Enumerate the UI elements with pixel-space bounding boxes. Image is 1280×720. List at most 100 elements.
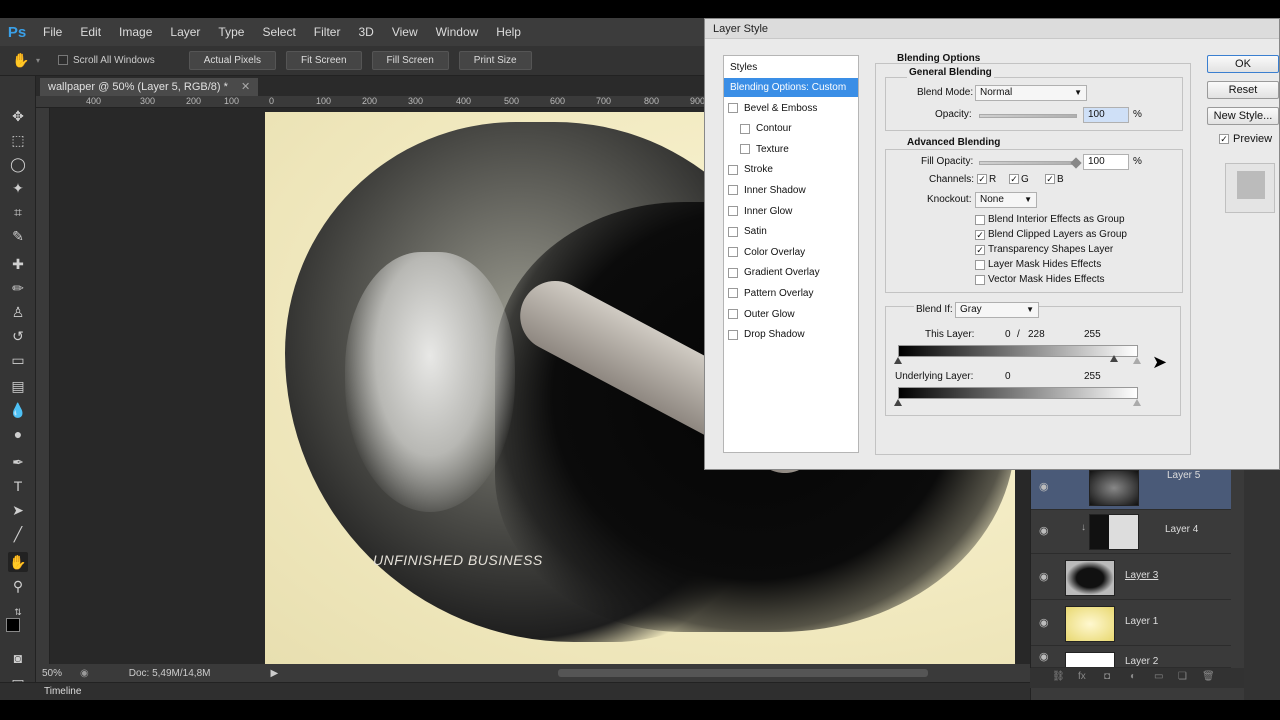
brush-tool-icon[interactable]: ✏ xyxy=(8,278,28,298)
eraser-tool-icon[interactable]: ▭ xyxy=(8,350,28,370)
hand-tool-selected-icon[interactable]: ✋ xyxy=(8,552,28,572)
styles-header[interactable]: Styles xyxy=(724,58,858,77)
eyedropper-tool-icon[interactable]: ✎ xyxy=(8,226,28,246)
style-item[interactable]: Blending Options: Custom xyxy=(724,78,858,97)
clone-stamp-tool-icon[interactable]: ♙ xyxy=(8,302,28,322)
menu-image[interactable]: Image xyxy=(110,25,161,39)
underlying-white-slider[interactable] xyxy=(1133,399,1141,406)
layer-row-layer-5[interactable]: ◉ Layer 5 xyxy=(1031,464,1231,510)
move-tool-icon[interactable]: ✥ xyxy=(8,106,28,126)
style-checkbox[interactable] xyxy=(728,288,738,299)
gradient-tool-icon[interactable]: ▤ xyxy=(8,376,28,396)
scroll-all-checkbox[interactable] xyxy=(58,55,69,66)
fill-screen-button[interactable]: Fill Screen xyxy=(371,51,449,70)
dialog-title-bar[interactable]: Layer Style xyxy=(705,19,1279,39)
menu-filter[interactable]: Filter xyxy=(305,25,350,39)
style-checkbox[interactable] xyxy=(728,267,738,278)
blur-tool-icon[interactable]: 💧 xyxy=(8,400,28,420)
channel-b-checkbox[interactable]: ✓ xyxy=(1045,174,1055,184)
layer-name[interactable]: Layer 5 xyxy=(1167,470,1200,481)
style-checkbox[interactable] xyxy=(740,144,750,155)
layer-name[interactable]: Layer 4 xyxy=(1165,524,1198,535)
layer-name[interactable]: Layer 1 xyxy=(1125,616,1158,627)
layer-name[interactable]: Layer 2 xyxy=(1125,656,1158,667)
hand-tool-icon[interactable]: ✋ xyxy=(6,52,36,69)
menu-layer[interactable]: Layer xyxy=(161,25,209,39)
style-item[interactable]: Texture xyxy=(724,140,858,159)
layer-row-layer-4[interactable]: ◉ ↓ Layer 4 xyxy=(1031,508,1231,554)
layer-row-layer-2[interactable]: ◉ Layer 2 xyxy=(1031,646,1231,668)
crop-tool-icon[interactable]: ⌗ xyxy=(8,202,28,222)
menu-window[interactable]: Window xyxy=(427,25,488,39)
status-menu-arrow-icon[interactable]: ▶ xyxy=(270,668,278,679)
style-checkbox[interactable] xyxy=(740,123,750,134)
style-item[interactable]: Gradient Overlay xyxy=(724,263,858,282)
menu-view[interactable]: View xyxy=(383,25,427,39)
layer-name[interactable]: Layer 3 xyxy=(1125,570,1158,581)
style-checkbox[interactable] xyxy=(728,329,738,340)
new-layer-icon[interactable]: ❏ xyxy=(1178,671,1187,682)
visibility-eye-icon[interactable]: ◉ xyxy=(1039,524,1053,537)
visibility-eye-icon[interactable]: ◉ xyxy=(1039,650,1053,663)
style-checkbox[interactable] xyxy=(728,226,738,237)
dodge-tool-icon[interactable]: ● xyxy=(8,424,28,444)
menu-help[interactable]: Help xyxy=(487,25,530,39)
shape-tool-icon[interactable]: ╱ xyxy=(8,524,28,544)
advanced-option-checkbox[interactable] xyxy=(975,275,985,285)
style-item[interactable]: Color Overlay xyxy=(724,243,858,262)
status-info-icon[interactable]: ◉ xyxy=(80,668,89,679)
style-item[interactable]: Contour xyxy=(724,119,858,138)
visibility-eye-icon[interactable]: ◉ xyxy=(1039,570,1053,583)
horizontal-scrollbar[interactable] xyxy=(558,669,929,677)
style-item[interactable]: Drop Shadow xyxy=(724,325,858,344)
quick-mask-icon[interactable]: ◙ xyxy=(8,648,28,668)
opacity-input[interactable]: 100 xyxy=(1083,107,1129,123)
channel-r-checkbox[interactable]: ✓ xyxy=(977,174,987,184)
layer-fx-icon[interactable]: fx xyxy=(1078,671,1086,682)
tool-preset-chevron-icon[interactable]: ▾ xyxy=(36,56,40,65)
timeline-tab[interactable]: Timeline xyxy=(44,686,81,697)
advanced-option-checkbox[interactable] xyxy=(975,260,985,270)
menu-file[interactable]: File xyxy=(34,25,71,39)
menu-3d[interactable]: 3D xyxy=(349,25,382,39)
advanced-option-checkbox[interactable]: ✓ xyxy=(975,230,985,240)
foreground-color-swatch[interactable] xyxy=(6,618,20,632)
preview-checkbox[interactable]: ✓ xyxy=(1219,134,1229,144)
ok-button[interactable]: OK xyxy=(1207,55,1279,73)
fit-screen-button[interactable]: Fit Screen xyxy=(285,51,362,70)
style-checkbox[interactable] xyxy=(728,308,738,319)
adjustment-layer-icon[interactable]: ◐ xyxy=(1130,671,1136,682)
opacity-slider[interactable] xyxy=(979,114,1077,118)
layers-scrollbar[interactable] xyxy=(1244,468,1280,700)
reset-button[interactable]: Reset xyxy=(1207,81,1279,99)
this-layer-black-slider[interactable] xyxy=(894,357,902,364)
style-checkbox[interactable] xyxy=(728,185,738,196)
blend-if-select[interactable]: Gray ▼ xyxy=(955,302,1039,318)
advanced-option-checkbox[interactable]: ✓ xyxy=(975,245,985,255)
fill-opacity-input[interactable]: 100 xyxy=(1083,154,1129,170)
this-layer-split-slider[interactable] xyxy=(1110,355,1118,362)
path-selection-tool-icon[interactable]: ➤ xyxy=(8,500,28,520)
add-mask-icon[interactable]: ◘ xyxy=(1104,671,1110,682)
blend-mode-select[interactable]: Normal ▼ xyxy=(975,85,1087,101)
style-item[interactable]: Satin xyxy=(724,222,858,241)
delete-layer-icon[interactable]: 🗑 xyxy=(1202,671,1215,682)
channel-g-checkbox[interactable]: ✓ xyxy=(1009,174,1019,184)
layer-row-layer-1[interactable]: ◉ Layer 1 xyxy=(1031,600,1231,646)
style-checkbox[interactable] xyxy=(728,247,738,258)
style-item[interactable]: Inner Shadow xyxy=(724,181,858,200)
knockout-select[interactable]: None ▼ xyxy=(975,192,1037,208)
close-tab-icon[interactable]: ✕ xyxy=(241,81,250,93)
lasso-tool-icon[interactable]: ◯ xyxy=(8,154,28,174)
document-tab[interactable]: wallpaper @ 50% (Layer 5, RGB/8) * ✕ xyxy=(40,78,259,96)
new-group-icon[interactable]: ▭ xyxy=(1154,671,1163,682)
type-tool-icon[interactable]: T xyxy=(8,476,28,496)
menu-select[interactable]: Select xyxy=(253,25,304,39)
zoom-level[interactable]: 50% xyxy=(42,668,62,679)
quick-select-tool-icon[interactable]: ✦ xyxy=(8,178,28,198)
scroll-all-windows-toggle[interactable]: Scroll All Windows xyxy=(58,55,155,66)
layer-row-layer-3[interactable]: ◉ Layer 3 xyxy=(1031,554,1231,600)
style-item[interactable]: Bevel & Emboss xyxy=(724,99,858,118)
print-size-button[interactable]: Print Size xyxy=(458,51,532,70)
healing-brush-tool-icon[interactable]: ✚ xyxy=(8,254,28,274)
